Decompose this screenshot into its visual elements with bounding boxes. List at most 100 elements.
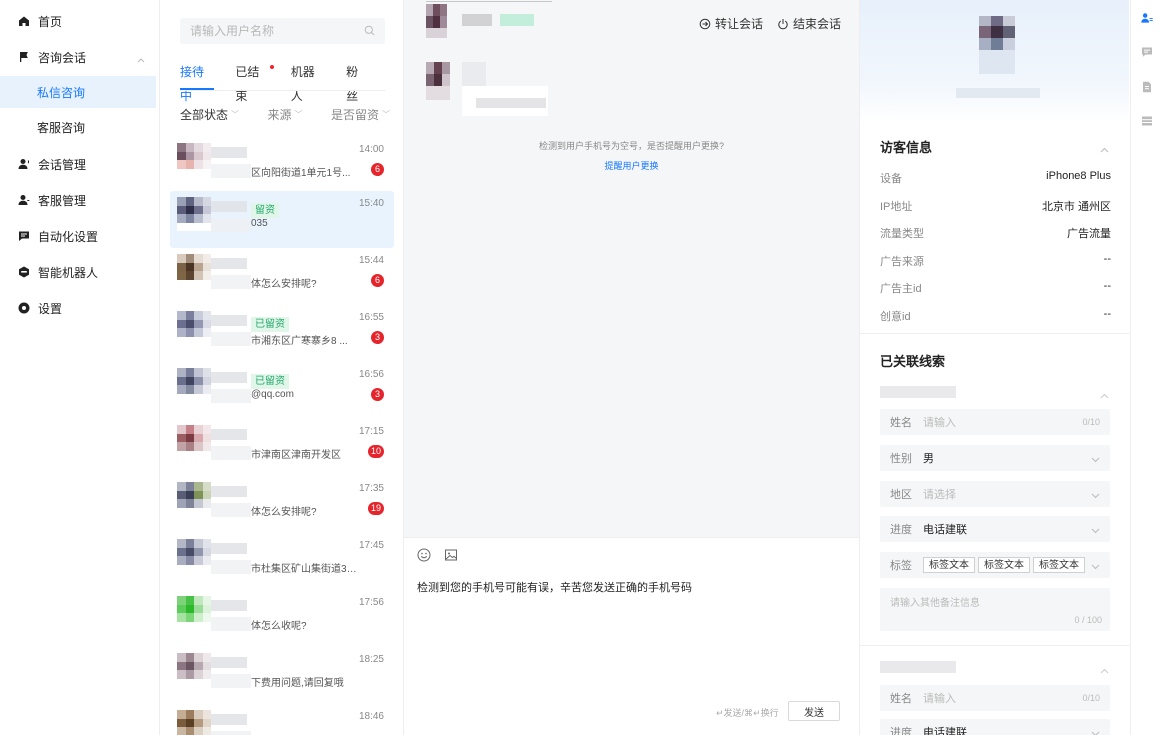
- progress-select[interactable]: 进度 电话建联: [880, 516, 1110, 542]
- gender-select[interactable]: 性别 男: [880, 445, 1110, 471]
- name-field[interactable]: 姓名 请输入 0/10: [880, 409, 1110, 435]
- tabs-divider: [180, 90, 385, 91]
- composer-text[interactable]: 检测到您的手机号可能有误，辛苦您发送正确的手机号码: [417, 579, 692, 595]
- sidebar-nav: 首页 咨询会话 私信咨询 客服咨询 会话管理 客服管理 自动化设置 智能机器人 …: [0, 0, 160, 735]
- info-value: iPhone8 Plus: [1046, 170, 1111, 182]
- visitor-info-row: 广告主id --: [880, 280, 1111, 296]
- filter-lead[interactable]: 是否留资 ﹀: [331, 106, 390, 123]
- conversation-item[interactable]: 已留资 16:55 市湘东区广寒寨乡8 ... 3: [170, 305, 394, 362]
- tab-fans[interactable]: 粉丝: [346, 60, 369, 103]
- robot-icon: [18, 266, 30, 278]
- conversation-item[interactable]: 17:56 体怎么收呢?: [170, 590, 394, 647]
- conversation-item[interactable]: 14:00 区向阳街道1单元1号... 6: [170, 137, 394, 194]
- section-divider: [860, 645, 1129, 646]
- field-placeholder: 请输入: [923, 693, 956, 705]
- record-tool-button[interactable]: [1141, 115, 1153, 127]
- tags-select[interactable]: 标签 标签文本 标签文本 标签文本: [880, 552, 1110, 578]
- redacted-name: [462, 14, 492, 26]
- image-icon[interactable]: [444, 548, 458, 562]
- chevron-up-icon[interactable]: [1100, 663, 1109, 677]
- avatar: [177, 197, 211, 231]
- redacted-text: [211, 389, 251, 403]
- tag-chip[interactable]: 标签文本: [923, 557, 975, 573]
- redacted-text: [211, 674, 251, 688]
- quick-reply-tool-button[interactable]: [1141, 46, 1153, 58]
- conversation-item[interactable]: 18:46: [170, 704, 394, 735]
- chat-actions: 转让会话 结束会话: [685, 15, 841, 32]
- visitor-tool-button[interactable]: [1141, 12, 1153, 24]
- nav-label: 首页: [38, 14, 63, 29]
- emoji-icon[interactable]: [417, 548, 431, 562]
- nav-item-robot[interactable]: 智能机器人: [0, 254, 159, 290]
- unread-badge: 19: [367, 502, 384, 515]
- chevron-up-icon[interactable]: [1100, 142, 1109, 156]
- conversation-item[interactable]: 17:15 市津南区津南开发区 10: [170, 419, 394, 476]
- nav-label: 自动化设置: [38, 229, 99, 244]
- nav-item-session-mgmt[interactable]: 会话管理: [0, 146, 159, 182]
- nav-label: 咨询会话: [38, 50, 87, 65]
- conversation-item[interactable]: 18:25 下费用问题,请回复哦: [170, 647, 394, 704]
- note-placeholder: 请输入其他备注信息: [890, 598, 980, 609]
- nav-item-consult[interactable]: 咨询会话: [0, 39, 159, 75]
- conversation-item[interactable]: 已留资 16:56 @qq.com 3: [170, 362, 394, 419]
- conversation-item[interactable]: 17:35 体怎么安排呢? 19: [170, 476, 394, 533]
- redacted-text: [211, 164, 251, 178]
- region-select[interactable]: 地区 请选择: [880, 481, 1110, 507]
- nav-item-service[interactable]: 客服咨询: [0, 111, 156, 143]
- document-tool-button[interactable]: [1141, 81, 1153, 93]
- lead-status-tag: 已留资: [251, 374, 289, 389]
- filter-bar: 全部状态 ﹀ 来源 ﹀ 是否留资 ﹀: [180, 106, 390, 123]
- conversation-preview: 市津南区津南开发区: [251, 450, 341, 461]
- progress-select-2[interactable]: 进度 电话建联: [880, 719, 1110, 735]
- field-value: 电话建联: [923, 524, 967, 536]
- conversation-item[interactable]: 留资 15:40 035: [170, 191, 394, 248]
- redacted-name: [211, 543, 247, 554]
- nav-item-automation[interactable]: 自动化设置: [0, 218, 159, 254]
- conversation-list-panel: 接待中 已结束 机器人 粉丝 全部状态﹀ 来源﹀ 是否留资﹀ 14:00区向阳街…: [161, 0, 404, 735]
- info-value: --: [1103, 307, 1111, 320]
- tab-label: 已结束: [235, 65, 260, 103]
- conversation-item[interactable]: 17:45 市杜集区矿山集街道3单元...: [170, 533, 394, 590]
- conversation-item[interactable]: 15:44 体怎么安排呢? 6: [170, 248, 394, 305]
- visitor-info-row: 创意id --: [880, 308, 1111, 324]
- tag-chip[interactable]: 标签文本: [978, 557, 1030, 573]
- leads-title: 已关联线索: [880, 354, 946, 369]
- end-session-button[interactable]: 结束会话: [777, 15, 841, 32]
- filter-source[interactable]: 来源 ﹀: [267, 106, 302, 123]
- redacted-lead-name: [880, 386, 956, 398]
- nav-item-home[interactable]: 首页: [0, 3, 159, 39]
- info-key: 设备: [880, 173, 902, 185]
- field-label: 姓名: [890, 693, 912, 705]
- comment-icon: [1142, 47, 1152, 57]
- lead-status-tag: 已留资: [251, 317, 289, 332]
- info-key: 流量类型: [880, 228, 924, 240]
- avatar: [177, 596, 211, 630]
- name-field-2[interactable]: 姓名 请输入 0/10: [880, 685, 1110, 711]
- redacted-text: [211, 503, 251, 517]
- gear-icon: [18, 302, 30, 314]
- nav-item-settings[interactable]: 设置: [0, 290, 159, 326]
- chevron-down-icon: ﹀: [231, 110, 240, 119]
- filter-status[interactable]: 全部状态 ﹀: [180, 106, 239, 123]
- tab-active[interactable]: 接待中: [180, 60, 215, 103]
- flag-icon: [18, 51, 30, 63]
- send-button[interactable]: 发送: [788, 701, 840, 721]
- note-textarea[interactable]: 请输入其他备注信息 0 / 100: [880, 588, 1110, 631]
- chevron-down-icon: [1091, 728, 1100, 735]
- info-value: 广告流量: [1067, 228, 1111, 240]
- tab-ended[interactable]: 已结束: [235, 60, 274, 103]
- search-icon[interactable]: [364, 25, 375, 39]
- search-input[interactable]: [190, 24, 360, 38]
- tab-robot[interactable]: 机器人: [291, 60, 325, 103]
- nav-item-private[interactable]: 私信咨询: [0, 76, 156, 108]
- remind-user-link[interactable]: 提醒用户更换: [404, 159, 859, 172]
- chevron-up-icon[interactable]: [1100, 388, 1109, 402]
- nav-item-staff-mgmt[interactable]: 客服管理: [0, 182, 159, 218]
- info-value: 北京市 通州区: [1041, 200, 1111, 213]
- redacted-name: [211, 486, 247, 497]
- conversation-preview: 市湘东区广寒寨乡8 ...: [251, 336, 348, 347]
- tag-chip[interactable]: 标签文本: [1033, 557, 1085, 573]
- avatar: [177, 143, 211, 177]
- field-placeholder: 请输入: [923, 417, 956, 429]
- transfer-session-button[interactable]: 转让会话: [699, 15, 763, 32]
